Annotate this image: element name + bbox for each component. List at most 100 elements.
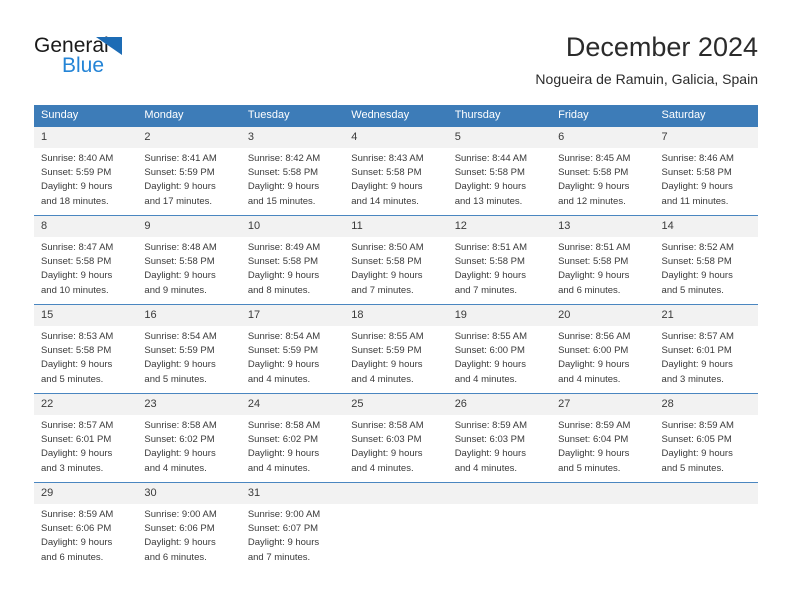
day-daylight-line1: Daylight: 9 hours [144, 359, 216, 371]
calendar-day-cell[interactable]: 17 Sunrise: 8:54 AM Sunset: 5:59 PM Dayligh… [240, 304, 345, 394]
day-sunset: Sunset: 5:58 PM [351, 256, 422, 268]
calendar-day-cell[interactable]: 22 Sunrise: 8:57 AM Sunset: 6:01 PM Dayligh… [34, 393, 138, 483]
day-number: 14 [654, 216, 758, 237]
calendar-day-cell-empty [551, 482, 655, 571]
day-sunset: Sunset: 5:58 PM [661, 256, 732, 268]
calendar-day-cell[interactable]: 25 Sunrise: 8:58 AM Sunset: 6:03 PM Dayligh… [344, 393, 448, 483]
calendar-day-cell[interactable]: 10 Sunrise: 8:49 AM Sunset: 5:58 PM Dayligh… [240, 215, 345, 305]
calendar-day-cell-inner: 5 Sunrise: 8:44 AM Sunset: 5:58 PM Daylight… [447, 127, 552, 215]
day-daylight-line1: Daylight: 9 hours [144, 270, 216, 282]
day-sunrise: Sunrise: 8:59 AM [454, 420, 528, 431]
day-number: 11 [344, 216, 448, 237]
calendar-week-row: 22 Sunrise: 8:57 AM Sunset: 6:01 PM Dayligh… [34, 393, 758, 483]
day-sunset: Sunset: 6:02 PM [247, 434, 319, 446]
day-daylight-line2: and 4 minutes. [247, 462, 311, 474]
day-number: 15 [34, 305, 138, 326]
calendar-day-cell[interactable]: 21 Sunrise: 8:57 AM Sunset: 6:01 PM Dayligh… [654, 304, 758, 394]
day-details: Sunrise: 8:44 AM Sunset: 5:58 PM Daylight:… [448, 148, 551, 209]
calendar-day-cell[interactable]: 15 Sunrise: 8:53 AM Sunset: 5:58 PM Dayligh… [34, 304, 138, 394]
day-daylight-line2: and 12 minutes. [558, 195, 626, 207]
day-number [447, 483, 552, 504]
calendar-day-cell[interactable]: 27 Sunrise: 8:59 AM Sunset: 6:04 PM Dayligh… [551, 393, 655, 483]
calendar-day-cell[interactable]: 24 Sunrise: 8:58 AM Sunset: 6:02 PM Dayligh… [240, 393, 345, 483]
day-number: 6 [551, 127, 655, 148]
calendar-week-row: 29 Sunrise: 8:59 AM Sunset: 6:06 PM Dayligh… [34, 482, 758, 571]
day-daylight-line2: and 6 minutes. [41, 551, 104, 563]
day-number: 30 [137, 483, 241, 504]
calendar-day-cell[interactable]: 19 Sunrise: 8:55 AM Sunset: 6:00 PM Dayligh… [447, 304, 552, 394]
calendar-day-cell[interactable]: 4 Sunrise: 8:43 AM Sunset: 5:58 PM Daylight… [344, 127, 448, 216]
day-daylight-line1: Daylight: 9 hours [661, 181, 733, 193]
day-sunrise: Sunrise: 8:45 AM [558, 153, 631, 164]
day-sunrise: Sunrise: 8:58 AM [247, 420, 321, 431]
calendar-day-cell[interactable]: 20 Sunrise: 8:56 AM Sunset: 6:00 PM Dayligh… [551, 304, 655, 394]
calendar-day-cell[interactable]: 16 Sunrise: 8:54 AM Sunset: 5:59 PM Dayligh… [137, 304, 241, 394]
day-daylight-line2: and 4 minutes. [351, 462, 414, 474]
day-daylight-line2: and 7 minutes. [351, 284, 414, 296]
day-sunrise: Sunrise: 8:57 AM [661, 331, 734, 342]
calendar-day-cell[interactable]: 8 Sunrise: 8:47 AM Sunset: 5:58 PM Daylight… [34, 215, 138, 305]
general-blue-logo[interactable]: General Blue [34, 34, 234, 90]
day-sunset: Sunset: 5:58 PM [247, 256, 319, 268]
day-daylight-line2: and 5 minutes. [661, 462, 724, 474]
day-details: Sunrise: 8:43 AM Sunset: 5:58 PM Daylight:… [344, 148, 447, 209]
calendar-day-cell[interactable]: 30 Sunrise: 9:00 AM Sunset: 6:06 PM Dayligh… [137, 482, 241, 571]
calendar-day-cell[interactable]: 3 Sunrise: 8:42 AM Sunset: 5:58 PM Daylight… [240, 127, 345, 216]
logo-triangle-icon [96, 37, 122, 55]
day-sunrise: Sunrise: 9:00 AM [144, 509, 217, 520]
calendar-day-cell[interactable]: 2 Sunrise: 8:41 AM Sunset: 5:59 PM Daylight… [137, 127, 241, 216]
day-number: 20 [551, 305, 655, 326]
weekday-header-monday: Monday [137, 105, 241, 127]
day-daylight-line1: Daylight: 9 hours [144, 181, 216, 193]
calendar-day-cell-inner: 9 Sunrise: 8:48 AM Sunset: 5:58 PM Daylight… [137, 216, 241, 304]
calendar-day-cell-inner: 1 Sunrise: 8:40 AM Sunset: 5:59 PM Daylight… [34, 127, 138, 215]
day-daylight-line1: Daylight: 9 hours [454, 270, 526, 282]
day-daylight-line1: Daylight: 9 hours [351, 359, 423, 371]
day-daylight-line2: and 5 minutes. [661, 284, 724, 296]
day-sunset: Sunset: 6:01 PM [661, 345, 732, 357]
day-number [551, 483, 655, 504]
day-details: Sunrise: 8:55 AM Sunset: 6:00 PM Daylight:… [448, 326, 551, 387]
weekday-header-saturday: Saturday [654, 105, 758, 127]
day-number: 22 [34, 394, 138, 415]
calendar-day-cell-inner: 2 Sunrise: 8:41 AM Sunset: 5:59 PM Daylight… [137, 127, 241, 215]
day-number: 12 [447, 216, 552, 237]
day-sunrise: Sunrise: 8:40 AM [41, 153, 114, 164]
weekday-header-tuesday: Tuesday [240, 105, 345, 127]
day-details: Sunrise: 8:48 AM Sunset: 5:58 PM Daylight:… [137, 237, 240, 298]
calendar-day-cell-inner: 26 Sunrise: 8:59 AM Sunset: 6:03 PM Dayligh… [447, 394, 552, 482]
calendar-day-cell[interactable]: 29 Sunrise: 8:59 AM Sunset: 6:06 PM Dayligh… [34, 482, 138, 571]
calendar-day-cell[interactable]: 23 Sunrise: 8:58 AM Sunset: 6:02 PM Dayligh… [137, 393, 241, 483]
calendar-day-cell[interactable]: 13 Sunrise: 8:51 AM Sunset: 5:58 PM Dayligh… [551, 215, 655, 305]
calendar-day-cell-inner: 12 Sunrise: 8:51 AM Sunset: 5:58 PM Dayligh… [447, 216, 552, 304]
calendar-day-cell[interactable]: 7 Sunrise: 8:46 AM Sunset: 5:58 PM Daylight… [654, 127, 758, 216]
calendar-day-cell-inner: 23 Sunrise: 8:58 AM Sunset: 6:02 PM Dayligh… [137, 394, 241, 482]
calendar-day-cell[interactable]: 18 Sunrise: 8:55 AM Sunset: 5:59 PM Dayligh… [344, 304, 448, 394]
day-daylight-line2: and 5 minutes. [41, 373, 104, 385]
day-daylight-line2: and 11 minutes. [661, 195, 729, 207]
calendar-day-cell[interactable]: 6 Sunrise: 8:45 AM Sunset: 5:58 PM Daylight… [551, 127, 655, 216]
calendar-day-cell[interactable]: 26 Sunrise: 8:59 AM Sunset: 6:03 PM Dayligh… [447, 393, 552, 483]
day-sunrise: Sunrise: 8:49 AM [247, 242, 321, 253]
calendar-day-cell[interactable]: 9 Sunrise: 8:48 AM Sunset: 5:58 PM Daylight… [137, 215, 241, 305]
day-sunset: Sunset: 5:58 PM [558, 167, 629, 179]
day-number: 23 [137, 394, 241, 415]
weekday-header-friday: Friday [551, 105, 655, 127]
calendar-day-cell[interactable]: 31 Sunrise: 9:00 AM Sunset: 6:07 PM Dayligh… [240, 482, 345, 571]
day-sunset: Sunset: 5:59 PM [351, 345, 422, 357]
day-number: 5 [447, 127, 552, 148]
calendar-day-cell[interactable]: 12 Sunrise: 8:51 AM Sunset: 5:58 PM Dayligh… [447, 215, 552, 305]
calendar-day-cell-inner: 31 Sunrise: 9:00 AM Sunset: 6:07 PM Dayligh… [240, 483, 345, 571]
calendar-day-cell[interactable]: 28 Sunrise: 8:59 AM Sunset: 6:05 PM Dayligh… [654, 393, 758, 483]
day-daylight-line1: Daylight: 9 hours [41, 270, 113, 282]
calendar-day-cell[interactable]: 1 Sunrise: 8:40 AM Sunset: 5:59 PM Daylight… [34, 127, 138, 216]
day-sunrise: Sunrise: 8:51 AM [454, 242, 528, 253]
calendar-day-cell-inner [344, 483, 448, 571]
calendar-day-cell[interactable]: 11 Sunrise: 8:50 AM Sunset: 5:58 PM Dayligh… [344, 215, 448, 305]
day-sunrise: Sunrise: 8:44 AM [454, 153, 528, 164]
day-number: 7 [654, 127, 758, 148]
day-daylight-line1: Daylight: 9 hours [351, 448, 423, 460]
day-daylight-line1: Daylight: 9 hours [558, 270, 630, 282]
calendar-day-cell[interactable]: 5 Sunrise: 8:44 AM Sunset: 5:58 PM Daylight… [447, 127, 552, 216]
calendar-day-cell[interactable]: 14 Sunrise: 8:52 AM Sunset: 5:58 PM Dayligh… [654, 215, 758, 305]
